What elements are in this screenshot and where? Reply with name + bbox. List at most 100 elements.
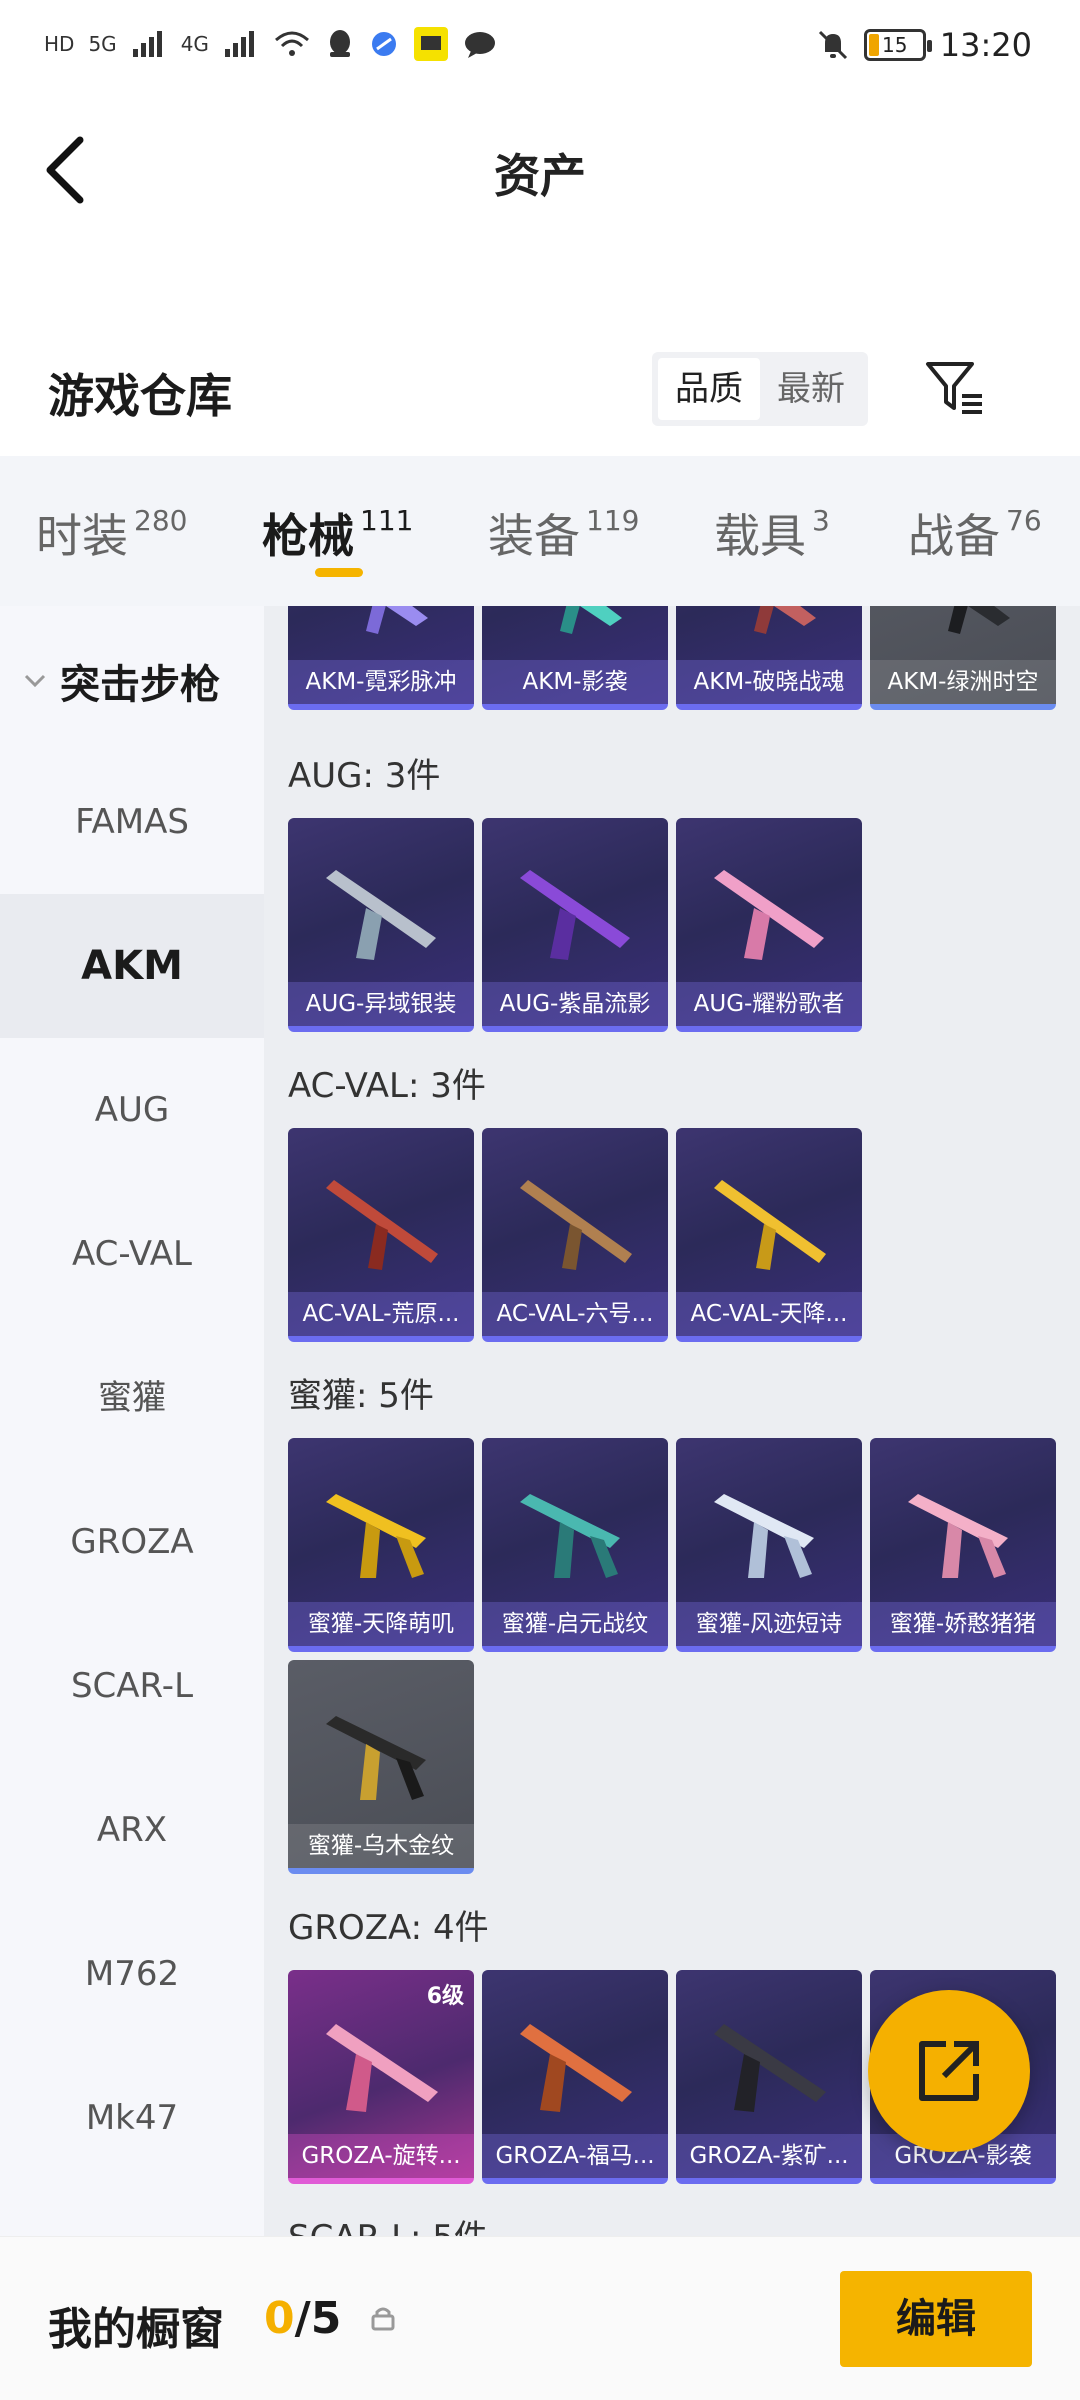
skin-card[interactable]: AKM-霓彩脉冲	[288, 606, 474, 710]
sort-latest-button[interactable]: 最新	[760, 358, 862, 420]
skin-card[interactable]: AC-VAL-荒原...	[288, 1128, 474, 1342]
nav-bar: 资产	[0, 100, 1080, 230]
skin-name: GROZA-福马...	[482, 2134, 668, 2178]
tab-count: 3	[812, 504, 830, 537]
sidebar-item-m762[interactable]: M762	[0, 1902, 264, 2046]
qq-icon	[329, 30, 350, 57]
app-badge-icon	[413, 27, 448, 61]
sidebar-item-groza[interactable]: GROZA	[0, 1470, 264, 1614]
skin-card[interactable]: AUG-耀粉歌者	[676, 818, 862, 1032]
tab-label: 装备	[488, 509, 580, 563]
tab-label: 战备	[908, 509, 1000, 563]
group-title-honey-badger: 蜜獾: 5件	[288, 1376, 434, 1416]
smg-icon	[326, 1716, 426, 1800]
share-fab-button[interactable]	[868, 1990, 1030, 2152]
group-title-ac-val: AC-VAL: 3件	[288, 1066, 486, 1106]
skin-name: 蜜獾-娇憨猪猪	[870, 1602, 1056, 1646]
skin-card[interactable]: AC-VAL-六号...	[482, 1128, 668, 1342]
skin-card[interactable]: 蜜獾-天降萌叽	[288, 1438, 474, 1652]
skin-card[interactable]: 蜜獾-启元战纹	[482, 1438, 668, 1652]
signal-bars-icon	[132, 31, 162, 57]
rifle-icon	[714, 870, 824, 960]
rifle-icon	[326, 870, 436, 960]
skin-name: 蜜獾-乌木金纹	[288, 1824, 474, 1868]
bell-muted-icon	[818, 30, 847, 60]
sort-quality-button[interactable]: 品质	[658, 358, 760, 420]
signal-bars-icon	[224, 31, 254, 57]
tab-supplies[interactable]: 战备 76	[908, 500, 1042, 566]
group-title-groza: GROZA: 4件	[288, 1908, 489, 1948]
skin-card[interactable]: GROZA-福马...	[482, 1970, 668, 2184]
page-title: 资产	[494, 149, 586, 203]
rifle-icon	[520, 2024, 632, 2112]
showcase-count: 0/5	[264, 2293, 341, 2344]
sidebar-item-scar-l[interactable]: SCAR-L	[0, 1614, 264, 1758]
sidebar-item-aug[interactable]: AUG	[0, 1038, 264, 1182]
tab-guns[interactable]: 枪械 111	[262, 500, 413, 566]
status-right: 15 13:20	[816, 26, 1032, 64]
rifle-icon	[714, 2024, 826, 2112]
tab-count: 280	[134, 504, 188, 537]
section-title: 游戏仓库	[48, 369, 232, 423]
skin-card[interactable]: GROZA-紫矿...	[676, 1970, 862, 2184]
smg-icon	[326, 1494, 426, 1578]
skin-name: AUG-紫晶流影	[482, 982, 668, 1026]
skin-name: AC-VAL-六号...	[482, 1292, 668, 1336]
group-title-scar-l: SCAR-L: 5件	[288, 2210, 488, 2236]
filter-icon	[926, 362, 982, 414]
sidebar-group-assault-rifle[interactable]: 突击步枪	[20, 652, 220, 710]
rifle-icon	[326, 1180, 438, 1270]
sidebar-group-label: 突击步枪	[60, 662, 220, 708]
skin-card[interactable]: 蜜獾-乌木金纹	[288, 1660, 474, 1874]
battery-icon: 15	[863, 29, 932, 61]
filter-button[interactable]	[922, 356, 988, 422]
category-tabs: 时装 280 枪械 111 装备 119 载具 3 战备 76	[0, 456, 1080, 606]
rifle-icon	[714, 1180, 826, 1270]
showcase-count-total: /5	[294, 2293, 342, 2344]
showcase-count-current: 0	[264, 2293, 295, 2344]
tab-outfits[interactable]: 时装 280	[36, 500, 187, 566]
level-badge: 6级	[426, 1984, 464, 2009]
rifle-icon	[948, 606, 1010, 634]
sidebar-item-ac-val[interactable]: AC-VAL	[0, 1182, 264, 1326]
skin-name: AUG-耀粉歌者	[676, 982, 862, 1026]
status-bar: HD 5G 4G 15 13:20	[0, 0, 1080, 100]
clock: 13:20	[939, 26, 1032, 64]
skin-name: GROZA-紫矿...	[676, 2134, 862, 2178]
skin-name: 蜜獾-启元战纹	[482, 1602, 668, 1646]
sidebar-item-arx[interactable]: ARX	[0, 1758, 264, 1902]
skin-name: AKM-破晓战魂	[676, 660, 862, 704]
signal-5g-icon: 5G	[88, 32, 117, 56]
sidebar-item-famas[interactable]: FAMAS	[0, 750, 264, 894]
chevron-down-icon	[24, 674, 46, 688]
lock-icon	[371, 2307, 395, 2331]
tab-vehicles[interactable]: 载具 3	[714, 500, 830, 566]
signal-4g-icon: 4G	[180, 32, 209, 56]
skin-card[interactable]: 蜜獾-娇憨猪猪	[870, 1438, 1056, 1652]
tab-count: 111	[360, 504, 414, 537]
skin-card[interactable]: AUG-异域银装	[288, 818, 474, 1032]
warehouse-header: 游戏仓库 品质 最新	[0, 330, 1080, 450]
sidebar-item-akm[interactable]: AKM	[0, 894, 264, 1038]
tab-label: 枪械	[262, 509, 354, 563]
rifle-icon	[520, 1180, 632, 1270]
skin-name: GROZA-旋转...	[288, 2134, 474, 2178]
skin-card[interactable]: 蜜獾-风迹短诗	[676, 1438, 862, 1652]
rifle-icon	[520, 870, 630, 960]
skin-name: AC-VAL-天降...	[676, 1292, 862, 1336]
rifle-icon	[326, 2024, 438, 2112]
sidebar-item-mk47[interactable]: Mk47	[0, 2046, 264, 2190]
tab-equipment[interactable]: 装备 119	[488, 500, 639, 566]
skin-card[interactable]: AKM-破晓战魂	[676, 606, 862, 710]
smg-icon	[714, 1494, 814, 1578]
skin-card[interactable]: AKM-影袭	[482, 606, 668, 710]
skin-card[interactable]: AC-VAL-天降...	[676, 1128, 862, 1342]
edit-button[interactable]: 编辑	[840, 2271, 1032, 2367]
skin-card[interactable]: 6级 GROZA-旋转...	[288, 1970, 474, 2184]
smg-icon	[520, 1494, 620, 1578]
status-left-icons: HD 5G 4G	[44, 26, 497, 62]
skin-card[interactable]: AUG-紫晶流影	[482, 818, 668, 1032]
tab-count: 76	[1006, 504, 1042, 537]
skin-card[interactable]: AKM-绿洲时空	[870, 606, 1056, 710]
sidebar-item-honey-badger[interactable]: 蜜獾	[0, 1326, 264, 1470]
